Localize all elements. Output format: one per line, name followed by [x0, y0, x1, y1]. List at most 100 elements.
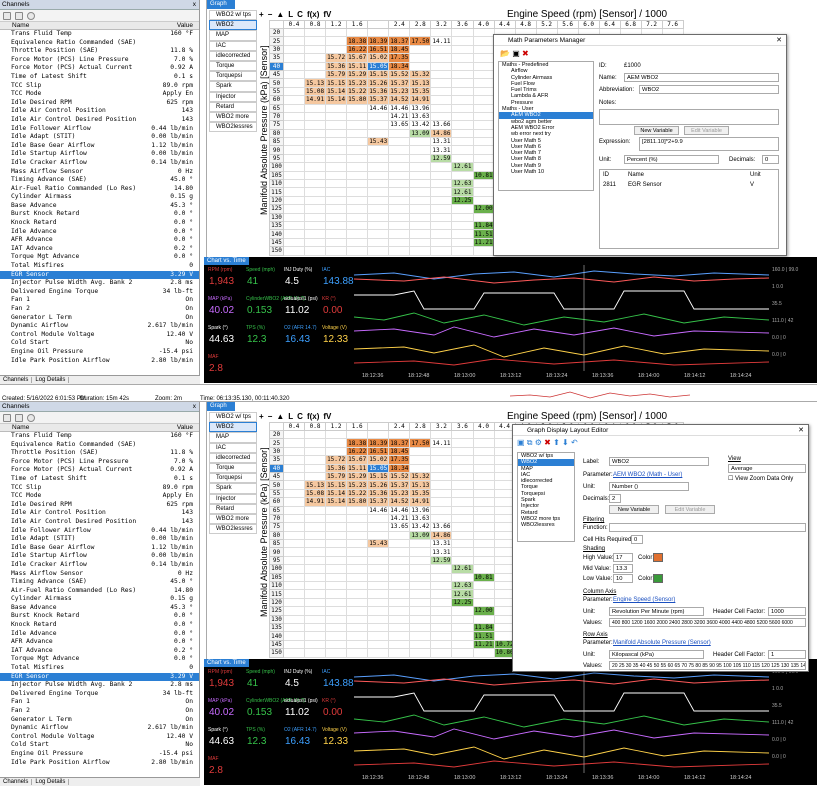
- table-cell[interactable]: [409, 137, 432, 147]
- table-cell[interactable]: [388, 128, 411, 139]
- table-cell[interactable]: 13.65: [388, 120, 411, 130]
- channel-row[interactable]: Idle Startup Airflow 0.00 lb/min: [0, 552, 199, 561]
- table-cell[interactable]: [346, 137, 369, 147]
- table-cell[interactable]: [388, 237, 411, 248]
- channel-row[interactable]: Idle Base Gear Airflow 1.12 lb/min: [0, 142, 199, 151]
- table-cell[interactable]: [430, 614, 453, 625]
- table-cell[interactable]: [451, 120, 474, 130]
- table-cell[interactable]: [430, 513, 453, 524]
- table-cell[interactable]: [283, 220, 305, 231]
- table-cell[interactable]: [472, 505, 495, 515]
- column-header[interactable]: 6.0: [577, 20, 600, 29]
- channel-row[interactable]: Mass Airflow Sensor 0 Hz: [0, 570, 199, 579]
- table-cell[interactable]: 11.21: [472, 237, 495, 248]
- table-cell[interactable]: 15.35: [409, 488, 432, 499]
- channel-row[interactable]: Force Motor (PCS) Actual Current 0.92 A: [0, 64, 199, 73]
- column-header[interactable]: 4.0: [472, 20, 495, 29]
- table-cell[interactable]: [409, 648, 432, 658]
- channel-row[interactable]: EGR Sensor 3.29 V: [0, 672, 199, 682]
- table-cell[interactable]: 12.25: [451, 597, 474, 608]
- graph-param-item[interactable]: Spark: [209, 81, 257, 92]
- table-cell[interactable]: 18.38: [346, 438, 369, 448]
- table-cell[interactable]: [283, 505, 305, 515]
- table-cell[interactable]: [283, 120, 305, 130]
- column-header[interactable]: 4.0: [472, 422, 495, 431]
- table-cell[interactable]: [409, 44, 432, 55]
- table-cell[interactable]: [409, 597, 432, 608]
- table-cell[interactable]: [472, 69, 495, 80]
- channel-row[interactable]: Idle Cracker Airflow 0.14 lb/min: [0, 159, 199, 168]
- table-cell[interactable]: [283, 597, 305, 608]
- table-cell[interactable]: [451, 631, 474, 641]
- table-cell[interactable]: [472, 589, 495, 599]
- channel-row[interactable]: Cylinder Airmass 0.15 g: [0, 595, 199, 604]
- table-cell[interactable]: 15.67: [346, 53, 369, 63]
- channel-row[interactable]: IAT Advance 0.2 °: [0, 647, 199, 656]
- table-cell[interactable]: 15.52: [388, 69, 411, 80]
- gauge-cell[interactable]: MAF 2.8: [206, 353, 252, 379]
- graph-tool-button[interactable]: −: [268, 412, 273, 421]
- channel-row[interactable]: Idle Desired RPM 625 rpm: [0, 501, 199, 510]
- table-cell[interactable]: 14.11: [430, 438, 453, 448]
- table-cell[interactable]: [283, 463, 305, 473]
- table-cell[interactable]: [451, 429, 474, 440]
- table-cell[interactable]: [303, 27, 327, 38]
- table-cell[interactable]: [303, 44, 327, 55]
- channels-tab[interactable]: Log Details: [32, 779, 70, 785]
- channel-row[interactable]: Throttle Position (SAE) 11.8 %: [0, 47, 199, 56]
- table-cell[interactable]: [472, 429, 495, 440]
- table-cell[interactable]: [409, 429, 432, 440]
- table-cell[interactable]: [325, 220, 348, 231]
- table-cell[interactable]: 18.45: [388, 446, 411, 457]
- table-cell[interactable]: [367, 572, 390, 583]
- channel-row[interactable]: Timing Advance (SAE) 45.0 °: [0, 578, 199, 587]
- table-cell[interactable]: [346, 572, 369, 583]
- table-cell[interactable]: 17.35: [388, 455, 411, 465]
- channel-row[interactable]: Delivered Engine Torque 34 lb-ft: [0, 288, 199, 297]
- table-cell[interactable]: [346, 513, 369, 524]
- table-cell[interactable]: 16.22: [346, 44, 369, 55]
- channel-row[interactable]: Fan 1 On: [0, 698, 199, 707]
- row-header[interactable]: 125: [269, 204, 284, 214]
- table-cell[interactable]: [451, 103, 474, 113]
- table-cell[interactable]: [367, 522, 390, 532]
- table-cell[interactable]: [325, 555, 348, 566]
- table-cell[interactable]: [472, 195, 495, 206]
- table-cell[interactable]: [367, 581, 390, 591]
- table-cell[interactable]: [303, 622, 327, 633]
- table-cell[interactable]: [367, 153, 390, 164]
- col-name-header[interactable]: Name: [12, 22, 29, 30]
- table-cell[interactable]: [303, 153, 327, 164]
- move-up-icon[interactable]: ⬆: [553, 438, 560, 447]
- table-cell[interactable]: [409, 614, 432, 625]
- table-cell[interactable]: [325, 128, 348, 139]
- table-cell[interactable]: 15.23: [388, 86, 411, 97]
- table-cell[interactable]: [388, 204, 411, 214]
- table-cell[interactable]: [451, 237, 474, 248]
- table-cell[interactable]: [388, 539, 411, 549]
- table-cell[interactable]: [409, 455, 432, 465]
- table-cell[interactable]: [325, 44, 348, 55]
- column-header[interactable]: 5.2: [535, 20, 558, 29]
- table-cell[interactable]: 15.37: [367, 95, 390, 105]
- table-cell[interactable]: [283, 446, 305, 457]
- graph-tool-button[interactable]: fV: [323, 412, 331, 421]
- graph-param-item[interactable]: WBO2: [209, 20, 257, 31]
- table-cell[interactable]: [367, 237, 390, 248]
- column-header[interactable]: 1.2: [325, 20, 348, 29]
- table-cell[interactable]: [409, 622, 432, 633]
- table-cell[interactable]: [303, 463, 327, 473]
- math-tree-item[interactable]: User Math 10: [499, 169, 593, 175]
- overview-trace[interactable]: [510, 387, 690, 401]
- table-cell[interactable]: 15.14: [325, 488, 348, 499]
- table-cell[interactable]: [325, 513, 348, 524]
- table-cell[interactable]: [409, 572, 432, 583]
- channel-row[interactable]: Generator L Term On: [0, 716, 199, 725]
- table-cell[interactable]: [451, 480, 474, 490]
- table-cell[interactable]: 12.59: [430, 555, 453, 566]
- table-cell[interactable]: [303, 120, 327, 130]
- table-cell[interactable]: [346, 606, 369, 616]
- table-cell[interactable]: [451, 69, 474, 80]
- table-cell[interactable]: 13.66: [430, 120, 453, 130]
- table-cell[interactable]: [367, 145, 390, 155]
